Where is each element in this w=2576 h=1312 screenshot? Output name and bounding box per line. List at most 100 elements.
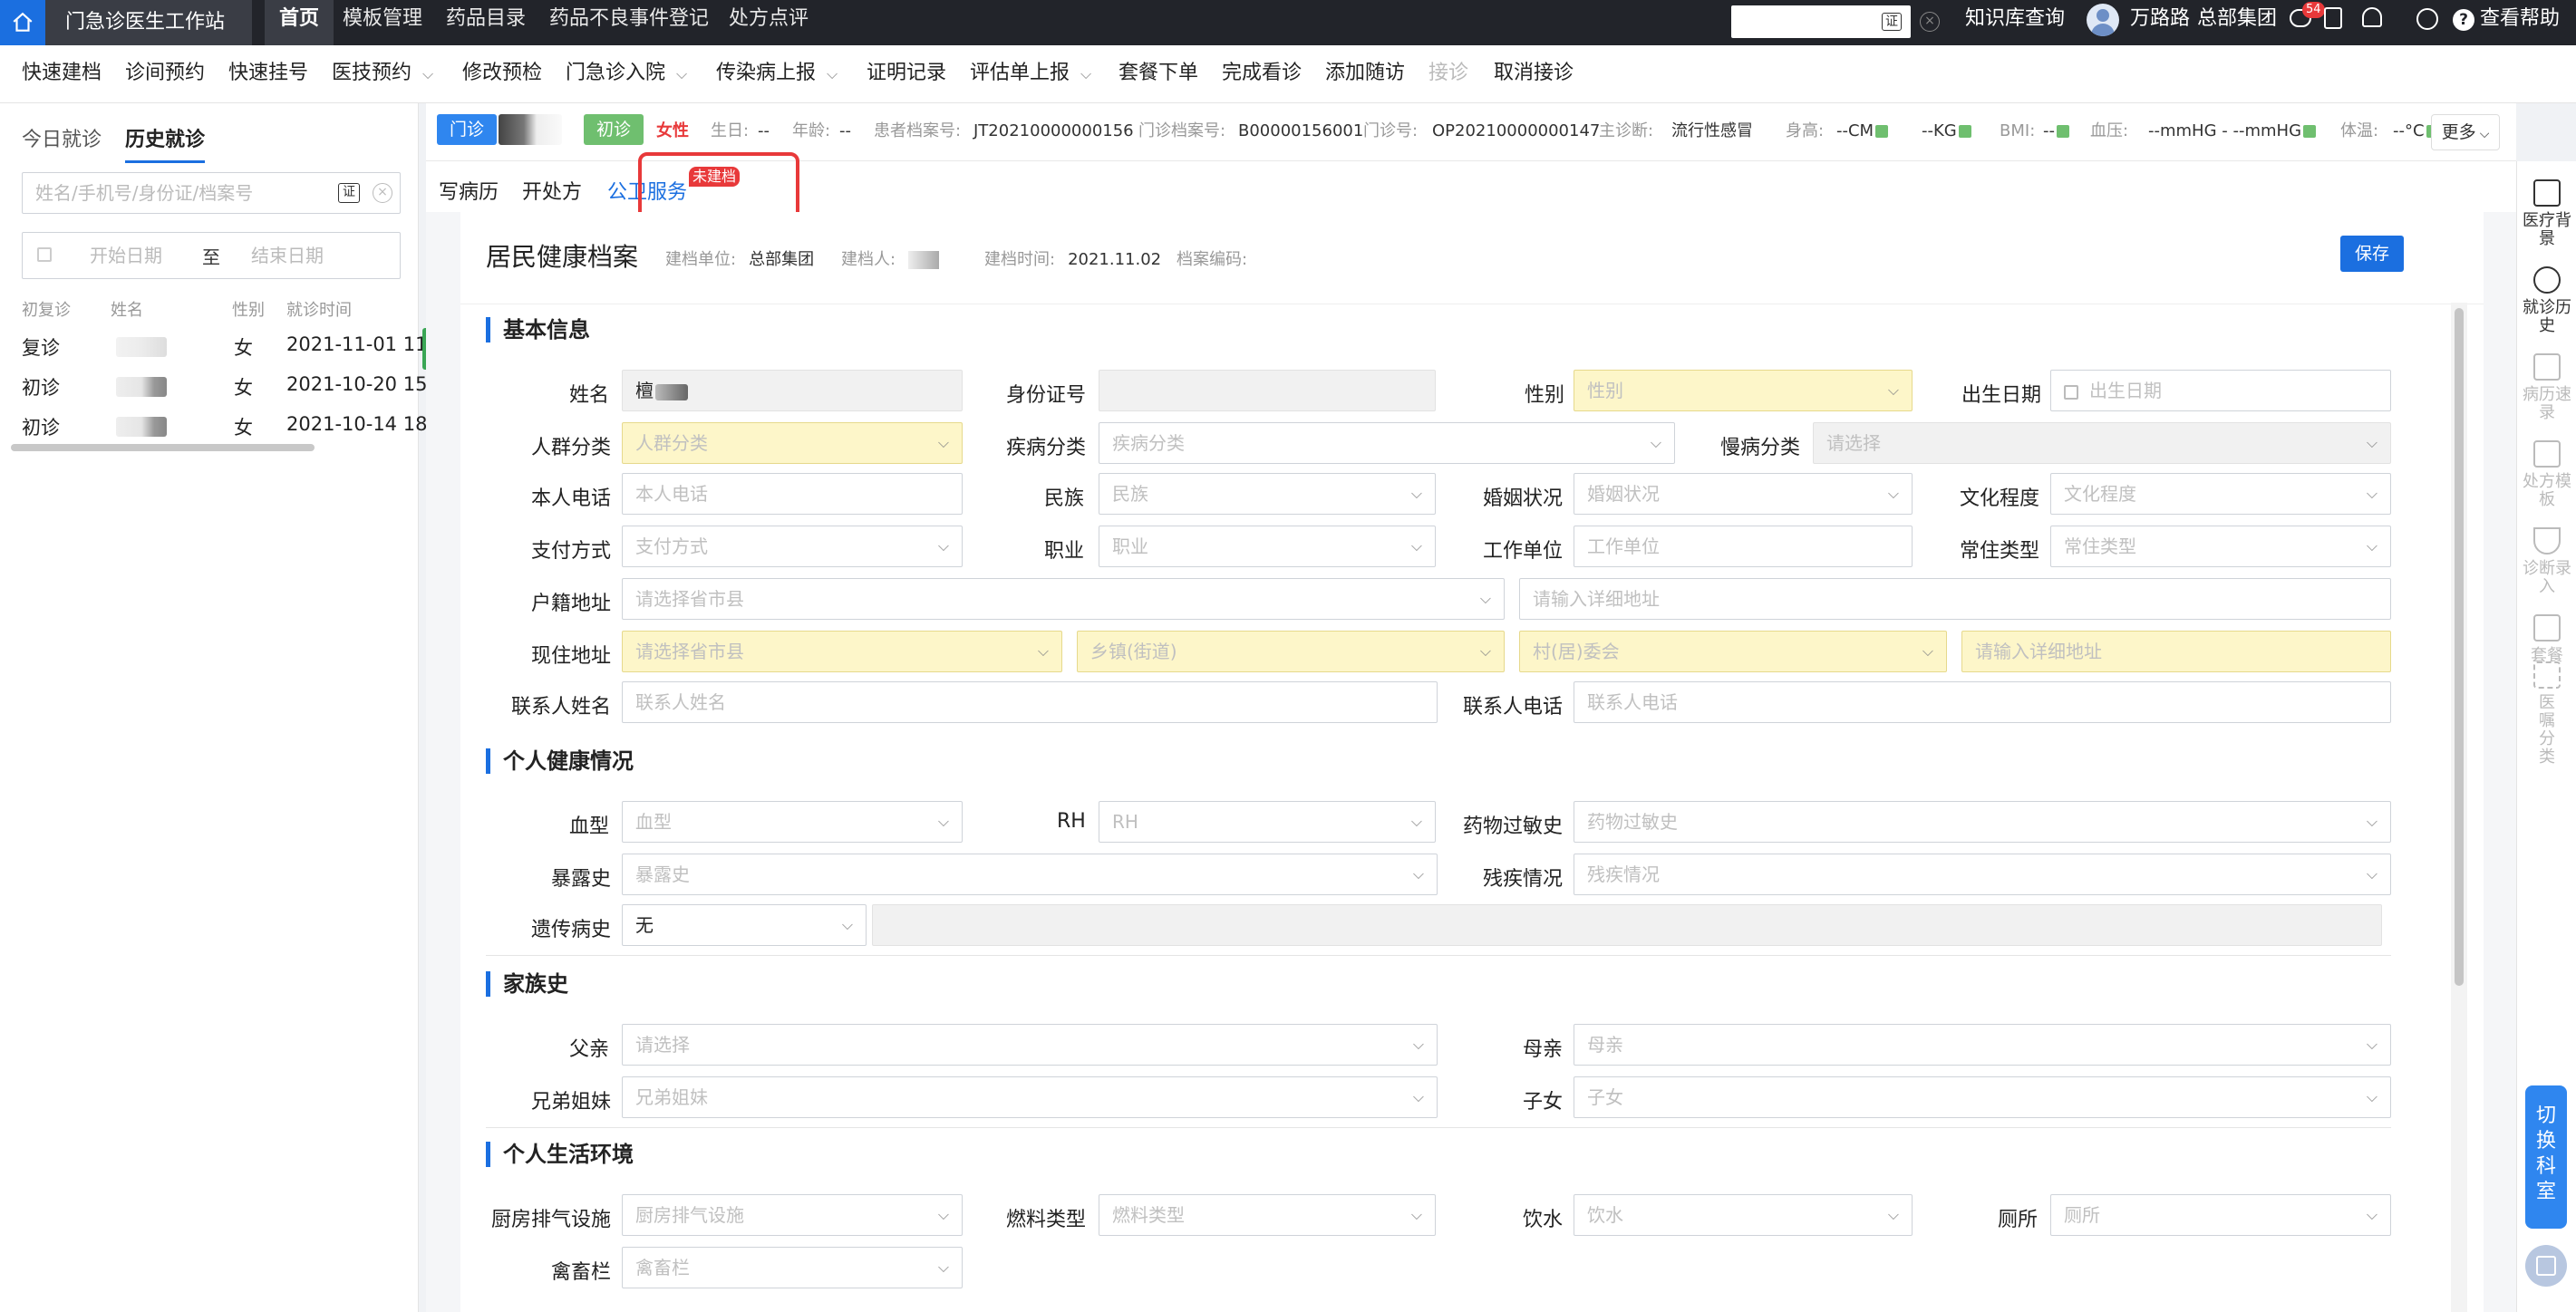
accept-visit-button[interactable]: 接诊 — [1428, 45, 1468, 103]
smile-icon[interactable] — [2416, 8, 2438, 30]
home-button[interactable] — [0, 0, 45, 45]
bell-icon[interactable] — [2362, 7, 2382, 27]
hukou-region-select[interactable]: 请选择省市县 ⌵ — [622, 578, 1505, 620]
name-field[interactable]: 檀 — [622, 370, 963, 411]
scrollbar-thumb[interactable] — [2455, 308, 2464, 986]
certificate-record-button[interactable]: 证明记录 — [867, 45, 946, 103]
clinic-appointment-button[interactable]: 诊间预约 — [125, 45, 205, 103]
end-date-placeholder[interactable]: 结束日期 — [251, 236, 324, 275]
rh-select[interactable]: RH ⌵ — [1099, 801, 1436, 843]
marital-select[interactable]: 婚姻状况 ⌵ — [1574, 473, 1913, 515]
contact-name-input[interactable]: 联系人姓名 — [622, 681, 1438, 723]
quick-registration-button[interactable]: 快速挂号 — [228, 45, 308, 103]
clear-icon[interactable]: × — [1920, 12, 1940, 32]
tool-diagnosis-entry[interactable]: 诊断录入 — [2517, 527, 2576, 596]
save-button[interactable]: 保存 — [2340, 236, 2404, 272]
package-order-button[interactable]: 套餐下单 — [1119, 45, 1198, 103]
nav-drug-catalog[interactable]: 药品目录 — [431, 0, 540, 45]
tab-history-visits[interactable]: 历史就诊 — [125, 123, 206, 163]
patient-search-input[interactable]: 姓名/手机号/身份证/档案号 证 × — [22, 172, 401, 214]
exposure-select[interactable]: 暴露史 ⌵ — [622, 854, 1438, 895]
contact-phone-input[interactable]: 联系人电话 — [1574, 681, 2391, 723]
hukou-detail-input[interactable]: 请输入详细地址 — [1519, 578, 2391, 620]
work-unit-input[interactable]: 工作单位 — [1574, 526, 1913, 567]
residence-type-select[interactable]: 常住类型 ⌵ — [2050, 526, 2391, 567]
tab-today-visits[interactable]: 今日就诊 — [22, 123, 102, 152]
blood-type-select[interactable]: 血型 ⌵ — [622, 801, 963, 843]
education-select[interactable]: 文化程度 ⌵ — [2050, 473, 2391, 515]
float-action-button[interactable] — [2525, 1245, 2567, 1287]
knowledge-base-link[interactable]: 知识库查询 — [1965, 0, 2065, 45]
genetic-history-detail[interactable] — [872, 904, 2382, 946]
phone-input[interactable]: 本人电话 — [622, 473, 963, 515]
modify-triage-button[interactable]: 修改预检 — [462, 45, 542, 103]
edit-icon[interactable] — [1875, 125, 1889, 138]
help-link[interactable]: 查看帮助 — [2480, 0, 2560, 45]
tool-order-category[interactable]: 医嘱分类 — [2517, 661, 2576, 767]
horizontal-scrollbar[interactable] — [11, 444, 315, 451]
tool-visit-history[interactable]: 就诊历史 — [2517, 266, 2576, 335]
clear-icon[interactable]: × — [373, 183, 392, 203]
bp-value[interactable]: --mmHG - --mmHG — [2148, 103, 2317, 159]
current-region-select[interactable]: 请选择省市县 ⌵ — [622, 631, 1062, 672]
tool-prescription-template[interactable]: 处方模板 — [2517, 440, 2576, 509]
birth-date-picker[interactable]: 出生日期 — [2050, 370, 2391, 411]
tool-package[interactable]: 套餐 — [2517, 614, 2576, 665]
toilet-select[interactable]: 厕所 ⌵ — [2050, 1194, 2391, 1236]
edit-icon[interactable] — [2303, 125, 2317, 138]
nav-adverse-event[interactable]: 药品不良事件登记 — [535, 0, 723, 45]
tech-appointment-dropdown[interactable]: 医技预约 ⌵ — [332, 45, 433, 103]
help-icon[interactable]: ? — [2453, 9, 2474, 31]
crowd-select[interactable]: 人群分类 ⌵ — [622, 422, 963, 464]
add-followup-button[interactable]: 添加随访 — [1325, 45, 1405, 103]
edit-icon[interactable] — [2057, 125, 2069, 138]
quick-register-record-button[interactable]: 快速建档 — [22, 45, 102, 103]
id-card-badge[interactable]: 证 — [1882, 13, 1902, 31]
start-date-placeholder[interactable]: 开始日期 — [90, 236, 162, 275]
siblings-select[interactable]: 兄弟姐妹 ⌵ — [622, 1076, 1438, 1118]
vertical-scrollbar[interactable] — [2451, 303, 2467, 1312]
assessment-report-dropdown[interactable]: 评估单上报 ⌵ — [970, 45, 1091, 103]
kitchen-exhaust-select[interactable]: 厨房排气设施 ⌵ — [622, 1194, 963, 1236]
tool-medical-background[interactable]: 医疗背景 — [2517, 179, 2576, 248]
disability-select[interactable]: 残疾情况 ⌵ — [1574, 854, 2391, 895]
user-name[interactable]: 万路路 — [2130, 0, 2190, 45]
height-value[interactable]: --CM — [1836, 103, 1889, 159]
genetic-history-select[interactable]: 无 ⌵ — [622, 904, 867, 946]
id-card-badge[interactable]: 证 — [338, 183, 360, 203]
id-number-field[interactable] — [1099, 370, 1436, 411]
finish-visit-button[interactable]: 完成看诊 — [1222, 45, 1302, 103]
drinking-water-select[interactable]: 饮水 ⌵ — [1574, 1194, 1913, 1236]
chronic-select[interactable]: 请选择 ⌵ — [1813, 422, 2391, 464]
nav-home[interactable]: 首页 — [265, 0, 334, 45]
village-select[interactable]: 村(居)委会 ⌵ — [1519, 631, 1947, 672]
global-search-input[interactable]: 证 — [1731, 5, 1911, 38]
nav-prescription-review[interactable]: 处方点评 — [714, 0, 823, 45]
fuel-type-select[interactable]: 燃料类型 ⌵ — [1099, 1194, 1436, 1236]
tab-prescribe[interactable]: 开处方 — [522, 176, 582, 205]
payment-select[interactable]: 支付方式 ⌵ — [622, 526, 963, 567]
weight-value[interactable]: --KG — [1922, 103, 1971, 159]
current-detail-input[interactable]: 请输入详细地址 — [1961, 631, 2391, 672]
children-select[interactable]: 子女 ⌵ — [1574, 1076, 2391, 1118]
tool-quick-record[interactable]: 病历速录 — [2517, 353, 2576, 422]
sex-select[interactable]: 性别 ⌵ — [1574, 370, 1913, 411]
switch-department-button[interactable]: 切换科室 — [2525, 1085, 2567, 1229]
mother-select[interactable]: 母亲 ⌵ — [1574, 1024, 2391, 1066]
avatar[interactable] — [2087, 4, 2119, 36]
date-range-picker[interactable]: 开始日期 至 结束日期 — [22, 232, 401, 279]
disease-select[interactable]: 疾病分类 ⌵ — [1099, 422, 1675, 464]
nav-template-manage[interactable]: 模板管理 — [328, 0, 437, 45]
livestock-pen-select[interactable]: 禽畜栏 ⌵ — [622, 1247, 963, 1288]
tab-write-record[interactable]: 写病历 — [439, 176, 499, 205]
father-select[interactable]: 请选择 ⌵ — [622, 1024, 1438, 1066]
org-name[interactable]: 总部集团 — [2197, 0, 2277, 45]
drug-allergy-select[interactable]: 药物过敏史 ⌵ — [1574, 801, 2391, 843]
more-dropdown[interactable]: 更多 ⌵ — [2431, 114, 2500, 150]
cancel-visit-button[interactable]: 取消接诊 — [1494, 45, 1574, 103]
occupation-select[interactable]: 职业 ⌵ — [1099, 526, 1436, 567]
town-select[interactable]: 乡镇(街道) ⌵ — [1077, 631, 1505, 672]
infectious-report-dropdown[interactable]: 传染病上报 ⌵ — [716, 45, 838, 103]
bmi-value[interactable]: -- — [2043, 103, 2069, 159]
clipboard-icon[interactable] — [2324, 7, 2342, 29]
